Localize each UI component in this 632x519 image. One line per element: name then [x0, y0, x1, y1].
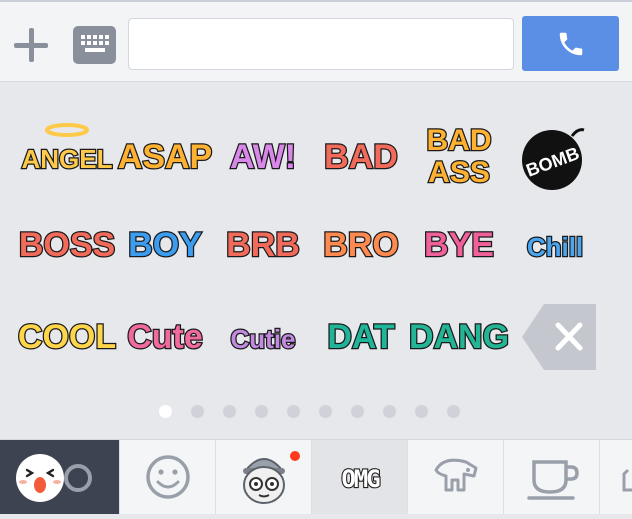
sticker-dang-art: DANG	[408, 317, 511, 358]
page-dot[interactable]	[415, 405, 428, 418]
call-button[interactable]	[522, 16, 619, 71]
sticker-angel-label: ANGEL	[22, 144, 113, 174]
sticker-boy[interactable]: BOY	[120, 206, 210, 282]
sticker-bro-label: BRO	[323, 226, 399, 264]
sticker-boy-label: BOY	[128, 226, 202, 264]
add-icon[interactable]	[12, 26, 50, 64]
sticker-chill-label: Chill	[527, 232, 583, 262]
sticker-bad-art: BAD	[323, 137, 399, 178]
svg-text:OMG: OMG	[341, 465, 380, 493]
sticker-cool[interactable]: COOL	[17, 298, 118, 374]
sticker-dang[interactable]: DANG	[408, 298, 511, 374]
tab-brown-face[interactable]	[0, 440, 120, 514]
page-dot[interactable]	[255, 405, 268, 418]
sticker-aw-art: AW!	[229, 137, 298, 178]
sticker-boss-label: BOSS	[19, 226, 115, 264]
sticker-brb[interactable]: BRB	[218, 206, 308, 282]
brown-bear-icon	[16, 454, 92, 502]
page-dot[interactable]	[223, 405, 236, 418]
tab-emoji[interactable]	[120, 440, 216, 514]
sticker-chill-art: Chill	[526, 231, 585, 264]
sticker-aw[interactable]: AW!	[218, 118, 308, 194]
sticker-cool-label: COOL	[18, 318, 116, 356]
sticker-angel[interactable]: ANGEL	[20, 118, 114, 194]
page-dot[interactable]	[287, 405, 300, 418]
new-badge	[290, 451, 300, 461]
tab-omg-text[interactable]: OMG	[312, 440, 408, 514]
sticker-chill[interactable]: Chill	[510, 206, 600, 282]
page-indicator	[0, 402, 632, 422]
sticker-bad-ass-label: BAD	[427, 124, 492, 157]
page-dot[interactable]	[447, 405, 460, 418]
sticker-cute-label: Cute	[127, 318, 203, 356]
sticker-cutie-label: Cutie	[231, 324, 296, 354]
sticker-asap[interactable]: ASAP	[117, 118, 214, 194]
page-dot[interactable]	[319, 405, 332, 418]
sticker-bad-ass-art: BADASS	[425, 123, 493, 191]
page-dot[interactable]	[383, 405, 396, 418]
sticker-bad[interactable]: BAD	[316, 118, 406, 194]
sticker-bomb[interactable]: BOMB	[510, 118, 600, 194]
sticker-boy-art: BOY	[127, 225, 204, 266]
sticker-boss-art: BOSS	[18, 225, 117, 266]
more-icon	[622, 468, 632, 492]
omg-icon: OMG	[340, 464, 383, 494]
sticker-grid: ANGEL ASAP AW! BAD BAD ASS BOMB BOSS BOY BRB BRO BY…	[0, 82, 632, 422]
sticker-dang-label: DANG	[409, 318, 509, 356]
sticker-boss[interactable]: BOSS	[18, 206, 117, 282]
animal-icon	[434, 458, 478, 492]
sticker-asap-art: ASAP	[117, 137, 214, 178]
sticker-dat-label: DAT	[327, 318, 395, 356]
sticker-bro[interactable]: BRO	[316, 206, 406, 282]
sticker-dat-art: DAT	[326, 317, 396, 358]
sticker-bad-label: BAD	[324, 138, 398, 176]
composer-bar	[0, 0, 632, 82]
sticker-bad-ass[interactable]: BAD ASS	[414, 118, 504, 194]
sticker-cutie-art: Cutie	[229, 323, 297, 356]
sticker-cute-art: Cute	[126, 317, 204, 358]
sticker-bro-art: BRO	[322, 225, 400, 266]
tab-character[interactable]	[216, 440, 312, 514]
page-dot[interactable]	[159, 405, 172, 418]
sticker-brb-label: BRB	[226, 226, 300, 264]
tab-more[interactable]	[600, 440, 632, 514]
sticker-bye-art: BYE	[423, 225, 495, 266]
sticker-cutie[interactable]: Cutie	[218, 298, 308, 374]
cup-icon	[527, 460, 579, 500]
smiley-icon	[146, 455, 190, 499]
sticker-bomb-art: BOMB	[522, 128, 585, 190]
sticker-cool-art: COOL	[17, 317, 118, 358]
sticker-cute[interactable]: Cute	[120, 298, 210, 374]
sticker-bad-ass-label: ASS	[428, 156, 490, 189]
keyboard-icon[interactable]	[73, 26, 116, 64]
sticker-brb-art: BRB	[225, 225, 301, 266]
sticker-bye-label: BYE	[424, 226, 494, 264]
tab-cup[interactable]	[504, 440, 600, 514]
page-dot[interactable]	[351, 405, 364, 418]
sticker-tab-bar: OMG	[0, 439, 632, 514]
message-input[interactable]	[128, 18, 514, 70]
delete-button[interactable]	[522, 304, 596, 370]
sticker-dat[interactable]: DAT	[316, 298, 406, 374]
phone-icon	[559, 32, 583, 56]
sticker-asap-label: ASAP	[118, 138, 212, 176]
sticker-aw-label: AW!	[230, 138, 296, 176]
tab-animal[interactable]	[408, 440, 504, 514]
sticker-angel-art: ANGEL	[20, 123, 114, 175]
sticker-bye[interactable]: BYE	[414, 206, 504, 282]
page-dot[interactable]	[191, 405, 204, 418]
